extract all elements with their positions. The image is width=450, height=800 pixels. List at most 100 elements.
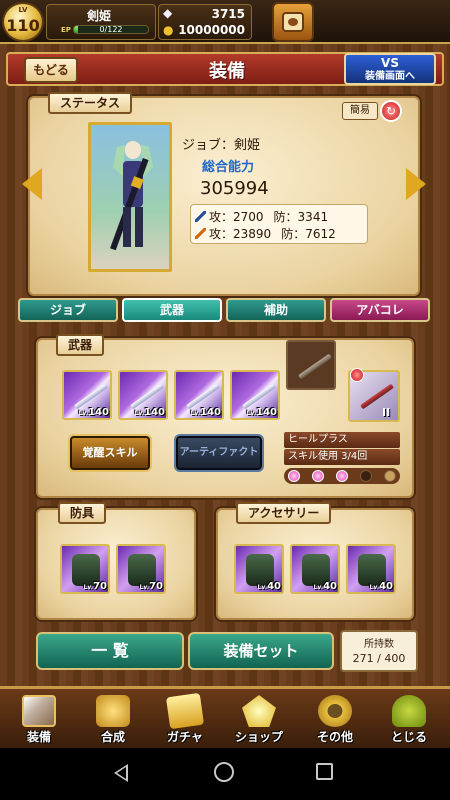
page-header: もどる 装備 VS 装備画面へ [6, 52, 444, 86]
skill-orb-icon [336, 470, 348, 482]
status-tag: ステータス [48, 92, 133, 114]
accessory-slot[interactable]: Lv.40 [346, 544, 396, 594]
tab-support[interactable]: 補助 [226, 298, 326, 322]
sword-silhouette-icon [298, 353, 332, 380]
skill-uses: スキル使用 3/4回 [284, 449, 400, 465]
system-recents-icon[interactable] [316, 763, 333, 780]
owned-label: 所持数 [364, 639, 394, 650]
skill-info: ヒールプラス スキル使用 3/4回 [284, 432, 400, 484]
armor-tag: 防具 [58, 502, 107, 524]
vs-button-line1: VS [381, 56, 399, 70]
bottom-navigation: 装備 合成 ガチャ ショップ その他 とじる [0, 686, 450, 748]
sword-orange-icon [195, 228, 206, 239]
accessory-slot[interactable]: Lv.40 [234, 544, 284, 594]
skill-orb-icon [312, 470, 324, 482]
nav-close[interactable]: とじる [374, 689, 444, 751]
gear-icon [318, 695, 352, 727]
level-label: LV [18, 6, 28, 14]
main-area: もどる 装備 VS 装備画面へ ステータス 簡易 ↻ ジョブ：剣姫 総合能力 3… [0, 44, 450, 686]
player-info-panel: 剣姫 EP 0/122 [46, 4, 156, 40]
accessory-level: Lv.40 [313, 581, 337, 592]
character-portrait[interactable] [88, 122, 172, 272]
weapon-level: Lv.140 [78, 407, 109, 418]
nav-label: ガチャ [167, 730, 203, 744]
nav-label: 合成 [100, 730, 125, 744]
nav-gacha[interactable]: ガチャ [150, 689, 220, 751]
special-slot-mark: II [382, 406, 391, 419]
skill-orb-bar [284, 468, 400, 484]
nav-equip[interactable]: 装備 [4, 689, 74, 751]
armor-panel: 防具 Lv.70 Lv.70 [36, 502, 196, 620]
job-line: ジョブ：剣姫 [182, 138, 261, 153]
simple-toggle-button[interactable]: 簡易 [342, 102, 378, 120]
tab-job[interactable]: ジョブ [18, 298, 118, 322]
weapon-level: Lv.140 [134, 407, 165, 418]
accessory-tag: アクセサリー [236, 502, 332, 524]
weapon-slot[interactable]: Lv.140 [230, 370, 280, 420]
gold-count: 10000000 [178, 23, 245, 37]
owned-value: 271 / 400 [352, 652, 406, 665]
sword-shield-icon [22, 695, 56, 727]
owned-count-box: 所持数 271 / 400 [340, 630, 418, 672]
power-label: 総合能力 [202, 160, 255, 175]
sword-icon [130, 383, 164, 410]
nav-label: ショップ [234, 730, 283, 744]
frog-icon [392, 695, 426, 727]
ep-label: EP [61, 26, 71, 34]
gacha-icon [165, 692, 205, 730]
gems-count: 3715 [211, 7, 245, 21]
tab-weapon[interactable]: 武器 [122, 298, 222, 322]
weapon-slot[interactable]: Lv.140 [174, 370, 224, 420]
stat-row-physical: 攻：2700 防：3341 [195, 208, 328, 225]
list-button[interactable]: 一 覧 [36, 632, 184, 670]
stat-defense-1: 防：3341 [273, 210, 329, 224]
system-home-icon[interactable] [214, 762, 234, 782]
vs-button-line2: 装備画面へ [365, 71, 415, 82]
weapon-level: Lv.140 [246, 407, 277, 418]
accessory-level: Lv.40 [369, 581, 393, 592]
sword-icon [74, 383, 108, 410]
weapon-slot-empty[interactable] [286, 340, 336, 390]
equipment-set-button[interactable]: 装備セット [188, 632, 334, 670]
skill-orb-icon [288, 470, 300, 482]
skill-orb-end-icon [384, 470, 396, 482]
next-character-arrow-icon[interactable] [406, 168, 426, 200]
currency-panel: ◆ 3715 ● 10000000 [158, 4, 252, 40]
nav-label: とじる [390, 730, 427, 744]
tab-avacolle[interactable]: アバコレ [330, 298, 430, 322]
skill-orb-empty-icon [360, 470, 372, 482]
armor-level: Lv.70 [83, 581, 107, 592]
skill-name: ヒールプラス [284, 432, 400, 448]
armor-slot[interactable]: Lv.70 [116, 544, 166, 594]
character-art-icon [110, 141, 153, 251]
artifact-button[interactable]: アーティファクト [176, 436, 262, 470]
hammer-icon [96, 695, 130, 727]
sword-icon [242, 383, 276, 410]
refresh-icon[interactable]: ↻ [380, 100, 402, 122]
prev-character-arrow-icon[interactable] [22, 168, 42, 200]
vs-equipment-button[interactable]: VS 装備画面へ [344, 53, 436, 85]
accessory-panel: アクセサリー Lv.40 Lv.40 Lv.40 [216, 502, 414, 620]
stat-row-magic: 攻：23890 防：7612 [195, 225, 336, 242]
nav-label: 装備 [26, 730, 51, 744]
armor-slot[interactable]: Lv.70 [60, 544, 110, 594]
weapon-tag: 武器 [56, 334, 105, 356]
player-name: 剣姫 [87, 9, 112, 23]
nav-label: その他 [316, 730, 353, 744]
nav-other[interactable]: その他 [300, 689, 370, 751]
system-back-icon[interactable] [114, 764, 128, 782]
accessory-slot[interactable]: Lv.40 [290, 544, 340, 594]
ep-text: 0/122 [99, 25, 123, 34]
nav-synthesis[interactable]: 合成 [78, 689, 148, 751]
stat-attack-1: 攻：2700 [209, 210, 264, 224]
crystal-icon [242, 695, 276, 727]
weapon-slot[interactable]: Lv.140 [118, 370, 168, 420]
top-status-bar: LV 110 剣姫 EP 0/122 ◆ 3715 ● 10000000 [0, 0, 450, 44]
awaken-skill-button[interactable]: 覚醒スキル [70, 436, 150, 470]
menu-button[interactable] [272, 2, 314, 42]
nav-shop[interactable]: ショップ [224, 689, 294, 751]
red-gem-icon [350, 368, 364, 382]
weapon-slot[interactable]: Lv.140 [62, 370, 112, 420]
weapon-level: Lv.140 [190, 407, 221, 418]
system-navigation-bar [0, 748, 450, 800]
